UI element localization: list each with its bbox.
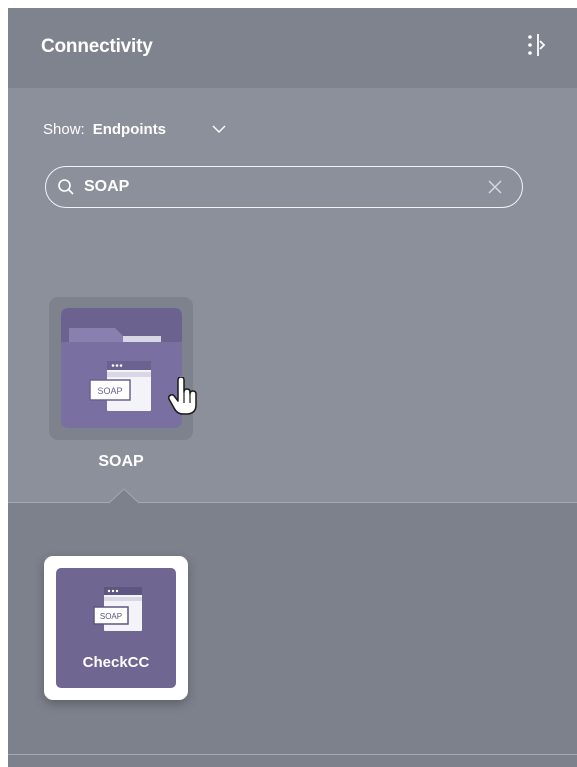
endpoint-card-inner: SOAP CheckCC bbox=[56, 568, 176, 688]
folder-soap-badge: SOAP bbox=[97, 386, 122, 396]
panel-header: Connectivity bbox=[8, 8, 577, 88]
show-filter-label: Show: bbox=[43, 120, 85, 138]
collapse-panel-icon[interactable] bbox=[525, 30, 549, 60]
show-filter-dropdown[interactable]: Endpoints bbox=[93, 121, 166, 138]
divider bbox=[8, 502, 577, 503]
hand-cursor-icon bbox=[168, 377, 197, 415]
search-result-label: SOAP bbox=[98, 453, 144, 470]
panel-title: Connectivity bbox=[41, 36, 153, 57]
search-input[interactable] bbox=[84, 175, 464, 199]
search-icon bbox=[58, 179, 74, 195]
clear-search-icon[interactable] bbox=[487, 179, 503, 195]
connectivity-panel: Connectivity Show: Endpoints SOAP SOAP S… bbox=[8, 8, 577, 767]
folder-soap-icon: SOAP bbox=[61, 308, 182, 428]
show-filter: Show: Endpoints bbox=[43, 119, 226, 139]
expansion-pointer bbox=[109, 488, 139, 504]
bottom-strip bbox=[8, 755, 577, 767]
soap-endpoint-icon: SOAP bbox=[93, 587, 142, 631]
endpoint-card[interactable]: SOAP CheckCC bbox=[44, 556, 188, 700]
endpoint-soap-badge: SOAP bbox=[100, 612, 122, 621]
endpoint-label: CheckCC bbox=[82, 654, 150, 671]
chevron-down-icon[interactable] bbox=[212, 124, 226, 134]
search-result-tile[interactable]: SOAP bbox=[49, 297, 193, 440]
search-box bbox=[45, 166, 523, 208]
